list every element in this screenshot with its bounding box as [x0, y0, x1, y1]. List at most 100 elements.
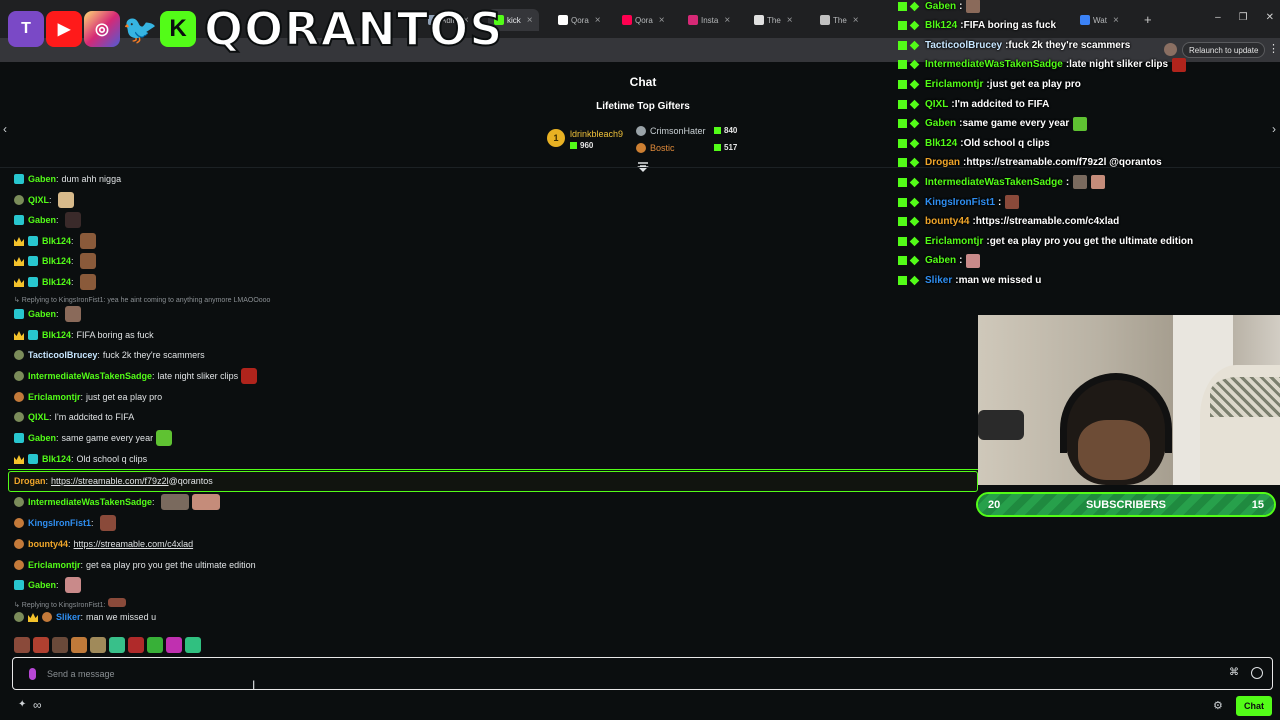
quick-emote[interactable] [166, 637, 182, 653]
instagram-icon: ◎ [84, 11, 120, 47]
chat-username[interactable]: IntermediateWasTakenSadge [28, 497, 152, 507]
overlay-username: TacticoolBrucey [925, 39, 1003, 51]
quick-emote[interactable] [128, 637, 144, 653]
chat-username[interactable]: Ericlamontjr [28, 560, 81, 570]
relaunch-button[interactable]: Relaunch to update [1182, 42, 1266, 58]
page-title: Chat [629, 75, 657, 89]
command-icon[interactable]: ⌘ [1229, 667, 1239, 678]
username-separator: : [71, 330, 74, 340]
browser-tab[interactable]: The × [820, 9, 859, 31]
chat-message: Gaben: dum ahh nigga [14, 170, 121, 188]
overlay-text: https://streamable.com/f79z2l @qorantos [966, 157, 1162, 169]
rank-badge: 1 [547, 129, 565, 147]
chat-message: IntermediateWasTakenSadge: [14, 493, 220, 511]
chat-username[interactable]: Blk124 [42, 256, 71, 266]
chat-username[interactable]: Drogan [14, 476, 46, 486]
overlay-text: FIFA boring as fuck [963, 20, 1057, 32]
crown-badge-icon [14, 331, 24, 340]
quick-emote[interactable] [147, 637, 163, 653]
close-tab-icon[interactable]: × [527, 15, 533, 26]
quick-emote[interactable] [33, 637, 49, 653]
quick-emote[interactable] [185, 637, 201, 653]
chat-username[interactable]: IntermediateWasTakenSadge [28, 371, 152, 381]
diamond-icon [909, 256, 920, 266]
close-tab-icon[interactable]: × [595, 15, 601, 26]
chat-link[interactable]: https://streamable.com/c4xlad [74, 539, 194, 549]
chat-username[interactable]: Gaben [28, 174, 56, 184]
chat-username[interactable]: Blk124 [42, 454, 71, 464]
quick-emote[interactable] [14, 637, 30, 653]
chat-username[interactable]: Sliker [56, 612, 81, 622]
chat-username[interactable]: Gaben [28, 309, 56, 319]
close-tab-icon[interactable]: × [724, 15, 730, 26]
favicon-icon [1080, 15, 1090, 25]
close-tab-icon[interactable]: × [1113, 15, 1119, 26]
overlay-text: Old school q clips [963, 137, 1050, 149]
maximize-icon[interactable]: ❐ [1239, 12, 1248, 23]
browser-tab[interactable]: Qora × [558, 9, 601, 31]
gifter-name-first[interactable]: ldrinkbleach9 [570, 129, 623, 139]
close-tab-icon[interactable]: × [659, 15, 665, 26]
quick-emote[interactable] [52, 637, 68, 653]
close-tab-icon[interactable]: × [787, 15, 793, 26]
username-separator: : [56, 433, 59, 443]
emote-image [160, 494, 189, 510]
chat-link[interactable]: https://streamable.com/f79z2l [51, 476, 169, 486]
chat-username[interactable]: Blk124 [42, 236, 71, 246]
close-window-icon[interactable]: ✕ [1266, 12, 1274, 23]
quick-emote[interactable] [109, 637, 125, 653]
sub-badge-icon [14, 580, 24, 590]
overlay-text: fuck 2k they're scammers [1008, 39, 1131, 51]
send-chat-button[interactable]: Chat [1236, 696, 1272, 716]
chat-username[interactable]: Blk124 [42, 330, 71, 340]
chat-username[interactable]: QIXL [28, 195, 49, 205]
chevron-right-icon[interactable]: › [1272, 122, 1276, 136]
browser-tab[interactable]: The × [754, 9, 793, 31]
chat-username[interactable]: QIXL [28, 412, 49, 422]
browser-tab[interactable]: Wat × [1080, 9, 1119, 31]
quick-emote[interactable] [90, 637, 106, 653]
microphone-icon[interactable] [29, 668, 36, 680]
chevron-left-icon[interactable]: ‹ [3, 122, 7, 136]
chat-username[interactable]: Blk124 [42, 277, 71, 287]
gift-icon [570, 142, 577, 149]
chat-message: KingsIronFist1: [14, 514, 116, 532]
browser-menu-icon[interactable]: ⋮ [1268, 42, 1279, 55]
new-tab-button[interactable]: + [1144, 12, 1152, 27]
username-separator: : [959, 0, 963, 12]
infinity-icon[interactable]: ∞ [33, 698, 42, 712]
twitter-icon: 🐦 [122, 13, 158, 45]
chat-username[interactable]: Gaben [28, 215, 56, 225]
kick-icon: K [160, 11, 196, 47]
username-separator: : [56, 174, 59, 184]
username-separator: : [1065, 176, 1070, 188]
bronze-medal-icon [636, 143, 646, 153]
browser-tab[interactable]: Insta × [688, 9, 730, 31]
kick-logo-icon [898, 275, 907, 285]
kick-logo-icon [898, 1, 907, 11]
username-separator: : [56, 580, 59, 590]
chat-username[interactable]: bounty44 [28, 539, 68, 549]
profile-avatar[interactable] [1164, 43, 1177, 56]
chat-username[interactable]: Gaben [28, 433, 56, 443]
gifter-name-second[interactable]: CrimsonHater [650, 126, 706, 136]
browser-tab[interactable]: Qora × [622, 9, 665, 31]
emoji-icon[interactable] [1251, 667, 1263, 679]
sub-badge-icon [14, 433, 24, 443]
username-separator: : [80, 560, 84, 570]
webcam-feed [978, 315, 1280, 485]
overlay-chat-message: Ericlamontjr : just get ea play pro [898, 75, 1081, 93]
chat-username[interactable]: KingsIronFist1 [28, 518, 91, 528]
sparkle-icon[interactable]: ✦ [18, 699, 26, 710]
kick-logo-icon [898, 60, 907, 70]
kick-logo-icon [898, 236, 907, 246]
gear-icon[interactable]: ⚙ [1213, 699, 1223, 712]
minimize-icon[interactable]: – [1215, 12, 1221, 23]
chat-username[interactable]: TacticoolBrucey [28, 350, 97, 360]
gifter-name-third[interactable]: Bostic [650, 143, 675, 153]
quick-emote[interactable] [71, 637, 87, 653]
chat-username[interactable]: Ericlamontjr [28, 392, 81, 402]
send-message-input[interactable] [47, 664, 1197, 684]
chat-username[interactable]: Gaben [28, 580, 56, 590]
close-tab-icon[interactable]: × [853, 15, 859, 26]
